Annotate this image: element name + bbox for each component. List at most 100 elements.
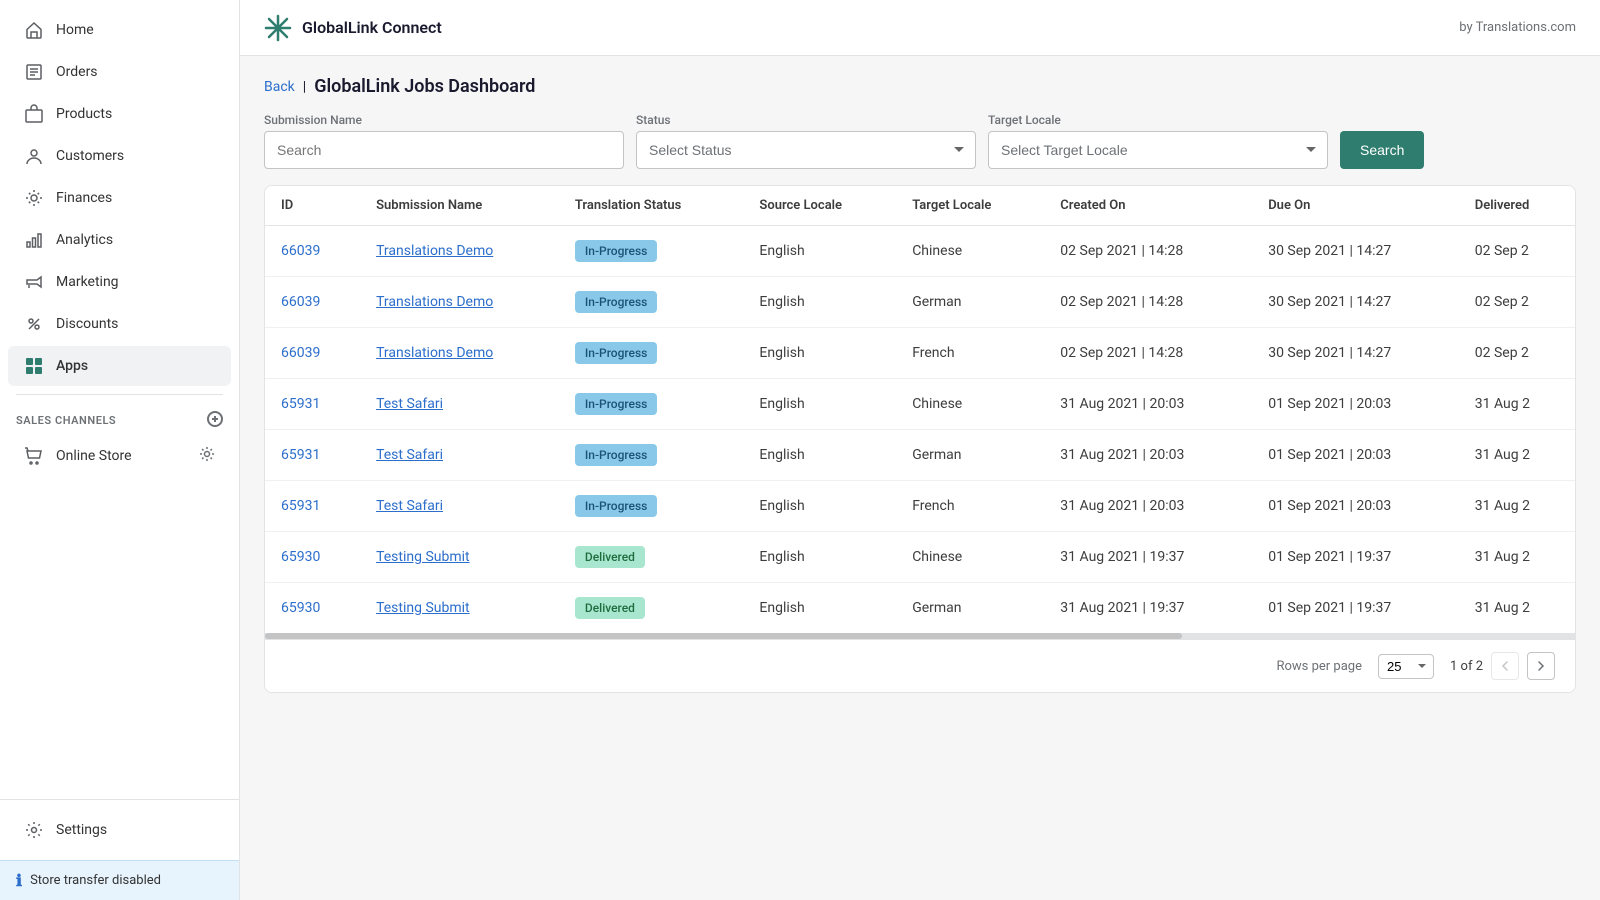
topbar-logo: GlobalLink Connect: [264, 14, 442, 42]
table-footer: Rows per page 25 10 50 100 1 of 2: [265, 639, 1575, 692]
table-row: 66039 Translations Demo In-Progress Engl…: [265, 226, 1575, 277]
id-link[interactable]: 66039: [281, 243, 320, 259]
cell-target: German: [896, 583, 1044, 634]
sidebar-item-analytics[interactable]: Analytics: [8, 220, 231, 260]
cell-name: Testing Submit: [360, 532, 559, 583]
id-link[interactable]: 66039: [281, 294, 320, 310]
sidebar-item-online-store[interactable]: Online Store: [8, 436, 231, 476]
sidebar-item-finances[interactable]: Finances: [8, 178, 231, 218]
sidebar-item-products-label: Products: [56, 106, 112, 122]
topbar-logo-text: GlobalLink Connect: [302, 18, 442, 37]
sidebar-item-customers[interactable]: Customers: [8, 136, 231, 176]
cell-source: English: [743, 379, 896, 430]
cell-name: Test Safari: [360, 481, 559, 532]
breadcrumb: Back | GlobalLink Jobs Dashboard: [264, 76, 1576, 97]
cell-delivered: 31 Aug 2: [1459, 481, 1575, 532]
name-link[interactable]: Translations Demo: [376, 243, 493, 259]
id-link[interactable]: 65931: [281, 498, 320, 514]
sidebar-item-apps[interactable]: Apps: [8, 346, 231, 386]
cell-id: 66039: [265, 226, 360, 277]
cell-target: Chinese: [896, 532, 1044, 583]
sidebar-item-finances-label: Finances: [56, 190, 112, 206]
col-id: ID: [265, 186, 360, 226]
filter-status-group: Status Select Status In-Progress Deliver…: [636, 113, 976, 169]
status-filter-label: Status: [636, 113, 976, 127]
cell-source: English: [743, 481, 896, 532]
cell-name: Test Safari: [360, 379, 559, 430]
breadcrumb-separator: |: [303, 79, 306, 95]
id-link[interactable]: 65930: [281, 600, 320, 616]
filter-locale-group: Target Locale Select Target Locale Chine…: [988, 113, 1328, 169]
topbar: GlobalLink Connect by Translations.com: [240, 0, 1600, 56]
cell-source: English: [743, 430, 896, 481]
table-row: 65931 Test Safari In-Progress English Fr…: [265, 481, 1575, 532]
add-sales-channel-icon[interactable]: [207, 411, 223, 430]
name-link[interactable]: Testing Submit: [376, 600, 470, 616]
sidebar-item-home-label: Home: [56, 22, 94, 38]
locale-select[interactable]: Select Target Locale Chinese German Fren…: [988, 131, 1328, 169]
globallink-logo-icon: [264, 14, 292, 42]
id-link[interactable]: 65931: [281, 447, 320, 463]
col-due-on: Due On: [1252, 186, 1459, 226]
cell-id: 65931: [265, 379, 360, 430]
prev-page-button[interactable]: [1491, 652, 1519, 680]
home-icon: [24, 20, 44, 40]
cell-status: In-Progress: [559, 481, 744, 532]
page-title: GlobalLink Jobs Dashboard: [314, 76, 535, 97]
cell-id: 65930: [265, 532, 360, 583]
topbar-byline: by Translations.com: [1459, 20, 1576, 35]
name-link[interactable]: Test Safari: [376, 396, 443, 412]
cell-status: In-Progress: [559, 277, 744, 328]
status-select[interactable]: Select Status In-Progress Delivered: [636, 131, 976, 169]
cell-name: Testing Submit: [360, 583, 559, 634]
filter-bar: Submission Name Status Select Status In-…: [264, 113, 1576, 169]
table-scroll-area[interactable]: ID Submission Name Translation Status So…: [265, 186, 1575, 633]
cell-due: 01 Sep 2021 | 20:03: [1252, 430, 1459, 481]
id-link[interactable]: 65930: [281, 549, 320, 565]
store-transfer-notice: ℹ Store transfer disabled: [0, 860, 239, 900]
sidebar-item-marketing[interactable]: Marketing: [8, 262, 231, 302]
sidebar-item-home[interactable]: Home: [8, 10, 231, 50]
cell-target: Chinese: [896, 379, 1044, 430]
cell-name: Translations Demo: [360, 328, 559, 379]
cell-source: English: [743, 583, 896, 634]
settings-icon: [24, 820, 44, 840]
cell-created: 02 Sep 2021 | 14:28: [1044, 277, 1252, 328]
sidebar-item-settings[interactable]: Settings: [8, 810, 231, 850]
sidebar-item-apps-label: Apps: [56, 358, 88, 374]
sidebar-item-orders[interactable]: Orders: [8, 52, 231, 92]
cell-status: In-Progress: [559, 328, 744, 379]
name-link[interactable]: Testing Submit: [376, 549, 470, 565]
name-link[interactable]: Translations Demo: [376, 345, 493, 361]
cell-created: 31 Aug 2021 | 19:37: [1044, 583, 1252, 634]
name-link[interactable]: Test Safari: [376, 498, 443, 514]
page-info: 1 of 2: [1450, 659, 1483, 674]
table-row: 65931 Test Safari In-Progress English Ch…: [265, 379, 1575, 430]
online-store-settings-icon[interactable]: [199, 446, 215, 466]
sidebar-item-orders-label: Orders: [56, 64, 98, 80]
col-translation-status: Translation Status: [559, 186, 744, 226]
search-button[interactable]: Search: [1340, 131, 1424, 169]
cell-source: English: [743, 277, 896, 328]
rows-per-page-select[interactable]: 25 10 50 100: [1378, 654, 1434, 679]
status-badge: In-Progress: [575, 240, 657, 262]
discounts-icon: [24, 314, 44, 334]
id-link[interactable]: 65931: [281, 396, 320, 412]
back-link[interactable]: Back: [264, 79, 295, 95]
name-link[interactable]: Translations Demo: [376, 294, 493, 310]
cell-id: 66039: [265, 277, 360, 328]
next-page-button[interactable]: [1527, 652, 1555, 680]
sidebar-item-products[interactable]: Products: [8, 94, 231, 134]
sidebar-item-discounts-label: Discounts: [56, 316, 118, 332]
table-row: 66039 Translations Demo In-Progress Engl…: [265, 277, 1575, 328]
cell-id: 66039: [265, 328, 360, 379]
cell-delivered: 31 Aug 2: [1459, 379, 1575, 430]
cell-source: English: [743, 226, 896, 277]
cell-target: French: [896, 481, 1044, 532]
cell-delivered: 02 Sep 2: [1459, 277, 1575, 328]
submission-name-input[interactable]: [264, 131, 624, 169]
id-link[interactable]: 66039: [281, 345, 320, 361]
name-link[interactable]: Test Safari: [376, 447, 443, 463]
sidebar-item-discounts[interactable]: Discounts: [8, 304, 231, 344]
cell-status: Delivered: [559, 532, 744, 583]
